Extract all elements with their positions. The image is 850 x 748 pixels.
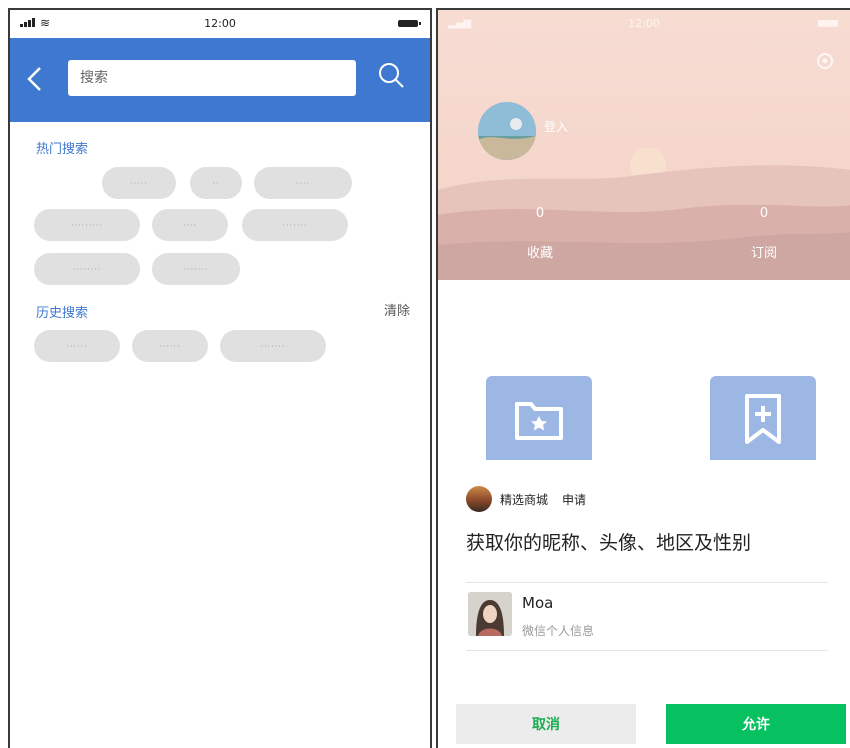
battery-icon — [818, 20, 838, 27]
settings-icon[interactable] — [814, 50, 836, 72]
hot-tag[interactable]: ···· — [254, 167, 352, 199]
divider — [466, 650, 828, 651]
bookmark-plus-icon — [745, 394, 781, 444]
cancel-button[interactable]: 取消 — [456, 704, 636, 744]
profile-avatar[interactable] — [478, 102, 536, 160]
hot-tag[interactable]: ······· — [242, 209, 348, 241]
folder-star-icon — [515, 402, 563, 440]
history-tag[interactable]: ······ — [132, 330, 208, 362]
search-screen: ≋ 12:00 热门搜索 ····· ·· ···· ········· ···… — [8, 8, 432, 748]
battery-icon — [398, 20, 421, 27]
history-tag[interactable]: ······ — [34, 330, 120, 362]
status-time: 12:00 — [204, 17, 236, 30]
favorites-feature[interactable] — [486, 376, 592, 460]
status-time: 12:00 — [628, 17, 660, 30]
allow-button[interactable]: 允许 — [666, 704, 846, 744]
hot-search-title: 热门搜索 — [36, 142, 89, 157]
favorites-label[interactable]: 收藏 — [510, 242, 570, 261]
permission-text: 获取你的昵称、头像、地区及性别 — [466, 532, 752, 554]
hot-tag[interactable]: ········ — [34, 253, 140, 285]
hot-tag[interactable]: ······· — [152, 253, 240, 285]
subscriptions-count: 0 — [759, 206, 769, 221]
search-input[interactable] — [68, 60, 356, 96]
hot-tag[interactable]: ········· — [34, 209, 140, 241]
subscriptions-feature[interactable] — [710, 376, 816, 460]
hot-tag[interactable]: ····· — [102, 167, 176, 199]
app-name: 精选商城 — [500, 492, 549, 507]
clear-history-button[interactable]: 清除 — [384, 300, 410, 319]
login-link[interactable]: 登入 — [544, 118, 568, 135]
profile-screen: ▂▄▆ 12:00 登入 0 收藏 0 订阅 精选商城 申请 获取你的昵称、头像… — [436, 8, 850, 748]
status-bar: ▂▄▆ 12:00 — [438, 10, 850, 38]
hot-tag[interactable]: ···· — [152, 209, 228, 241]
user-desc: 微信个人信息 — [522, 624, 595, 638]
app-action: 申请 — [562, 492, 587, 507]
history-search-title: 历史搜索 — [36, 306, 89, 321]
subscriptions-label[interactable]: 订阅 — [734, 242, 794, 261]
back-icon[interactable] — [22, 64, 48, 94]
status-bar: ≋ 12:00 — [10, 10, 430, 38]
app-logo — [466, 486, 492, 512]
user-avatar — [468, 592, 512, 636]
favorites-count: 0 — [535, 206, 545, 221]
auth-app-line: 精选商城 申请 — [466, 486, 586, 512]
history-tag[interactable]: ······· — [220, 330, 326, 362]
user-name: Moa — [522, 594, 554, 612]
divider — [466, 582, 828, 583]
search-icon[interactable] — [376, 60, 406, 90]
search-header — [10, 38, 430, 122]
hot-tag[interactable]: ·· — [190, 167, 242, 199]
